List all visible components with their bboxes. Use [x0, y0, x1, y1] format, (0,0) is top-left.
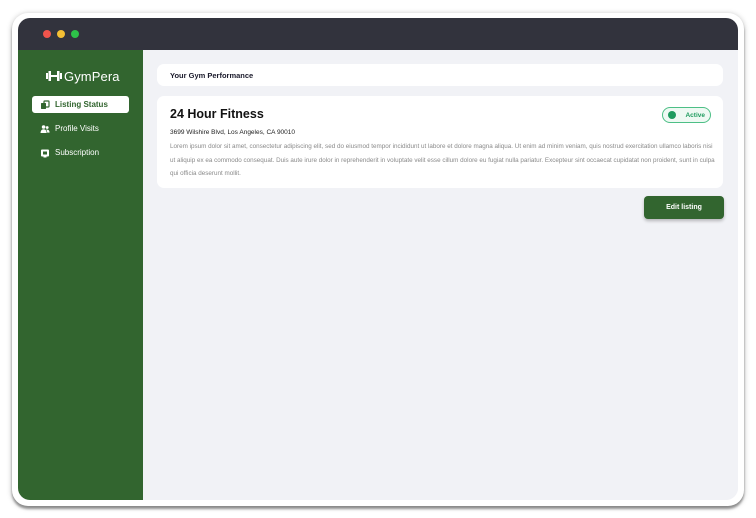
sidebar-item-label: Profile Visits	[55, 124, 99, 133]
gym-name: 24 Hour Fitness	[170, 107, 264, 121]
brand-name: GymPera	[64, 68, 120, 84]
listing-card: 24 Hour Fitness 3699 Wilshire Blvd, Los …	[157, 96, 723, 188]
status-dot-icon	[668, 111, 676, 119]
main-content: Your Gym Performance 24 Hour Fitness 369…	[143, 50, 738, 500]
minimize-window-button[interactable]	[57, 30, 65, 38]
sidebar-item-label: Listing Status	[55, 100, 108, 109]
subscription-icon	[40, 148, 50, 158]
section-header: Your Gym Performance	[157, 64, 723, 86]
sidebar: GymPera Listing Status Profile Visits Su…	[18, 50, 143, 500]
sidebar-item-listing-status[interactable]: Listing Status	[32, 96, 129, 113]
edit-listing-button[interactable]: Edit listing	[644, 196, 724, 219]
sidebar-item-label: Subscription	[55, 148, 100, 157]
gym-description: Lorem ipsum dolor sit amet, consectetur …	[170, 143, 715, 177]
sidebar-item-subscription[interactable]: Subscription	[32, 144, 129, 161]
app-window: GymPera Listing Status Profile Visits Su…	[18, 18, 738, 500]
brand-logo[interactable]: GymPera	[46, 68, 120, 84]
close-window-button[interactable]	[43, 30, 51, 38]
maximize-window-button[interactable]	[71, 30, 79, 38]
listing-icon	[40, 99, 50, 110]
users-icon	[40, 124, 50, 134]
status-label: Active	[685, 111, 705, 119]
window-titlebar	[18, 18, 738, 50]
dumbbell-icon	[46, 71, 62, 81]
section-title: Your Gym Performance	[170, 70, 254, 80]
status-toggle[interactable]: Active	[662, 107, 711, 123]
gym-address: 3699 Wilshire Blvd, Los Angeles, CA 9001…	[170, 129, 296, 136]
sidebar-item-profile-visits[interactable]: Profile Visits	[32, 120, 129, 137]
